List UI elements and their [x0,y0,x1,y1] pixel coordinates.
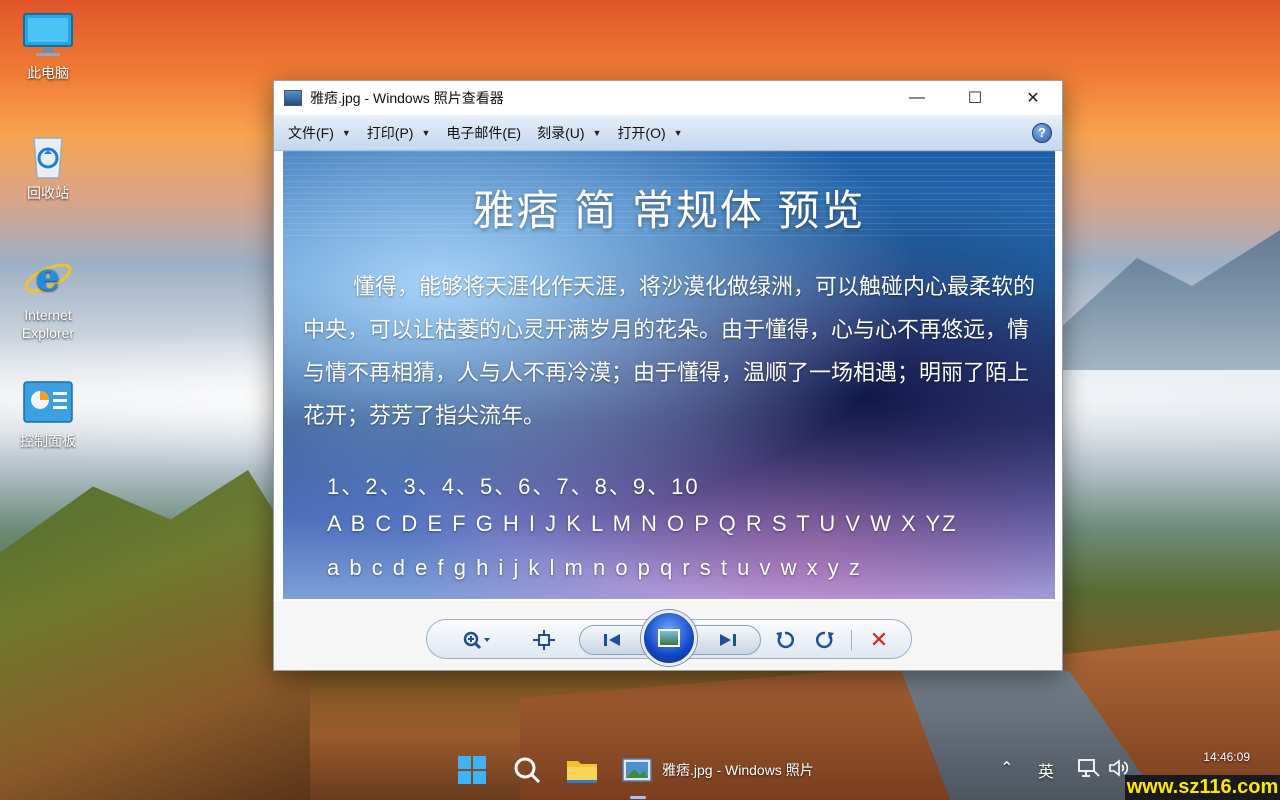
network-icon [1078,759,1100,777]
slideshow-icon [658,629,680,647]
internet-explorer-icon: e [22,254,74,302]
menu-email[interactable]: 电子邮件(E) [438,115,529,151]
menu-label: 电子邮件(E) [446,124,522,141]
windows-logo-icon [458,756,486,784]
taskbar-clock[interactable]: 14:46:09 [1150,750,1250,764]
network-button[interactable] [1078,758,1100,783]
image-heading: 雅痞 简 常规体 预览 [472,187,866,234]
chevron-down-icon: ▼ [673,127,683,138]
file-explorer-button[interactable] [566,754,598,786]
chevron-down-icon: ▼ [341,127,351,138]
menu-label: 刻录(U) [537,124,585,141]
image-viewport: 雅痞 简 常规体 预览 懂得，能够将天涯化作天涯，将沙漠化做绿洲，可以触碰内心最… [274,151,1062,601]
delete-icon: ✕ [869,627,889,652]
menu-bar: 文件(F) ▼ 打印(P) ▼ 电子邮件(E) 刻录(U) ▼ 打开(O) ▼ … [274,115,1062,151]
input-method-indicator[interactable]: 英 [1038,758,1054,782]
viewer-controls-bar: ✕ [426,610,912,666]
menu-label: 打开(O) [617,124,666,141]
rotate-clockwise-icon [816,631,834,649]
help-icon[interactable]: ? [1032,122,1052,143]
minimize-button[interactable]: — [888,81,946,115]
search-icon [514,757,541,784]
zoom-button[interactable] [457,626,497,654]
photo-viewer-window: 雅痞.jpg - Windows 照片查看器 — ☐ ✕ 文件(F) ▼ 打印(… [273,80,1063,671]
zoom-icon [463,631,490,650]
recycle-bin-icon [22,132,74,180]
image-paragraph: 懂得，能够将天涯化作天涯，将沙漠化做绿洲，可以触碰内心最柔软的中央，可以让枯萎的… [303,274,1036,428]
next-icon [720,634,736,646]
chevron-down-icon: ▼ [592,127,602,138]
displayed-image: 雅痞 简 常规体 预览 懂得，能够将天涯化作天涯，将沙漠化做绿洲，可以触碰内心最… [283,151,1055,599]
window-title: 雅痞.jpg - Windows 照片查看器 [310,90,504,106]
image-lowercase-line: a b c d e f g h i j k l m n o p q r s t … [327,555,862,580]
taskbar: 雅痞.jpg - Windows 照片 ⌃ 英 14:46:09 [0,740,1280,800]
maximize-button[interactable]: ☐ [946,81,1004,115]
wallpaper-mountain-right [1060,230,1280,370]
desktop-icon-this-pc[interactable]: 此电脑 [8,12,88,82]
folder-icon [567,761,597,783]
controls-divider [851,630,852,650]
rotate-right-button[interactable] [811,626,839,654]
image-numbers-line: 1、2、3、4、5、6、7、8、9、10 [327,474,700,499]
taskbar-app-label: 雅痞.jpg - Windows 照片 [662,762,814,778]
desktop-icon-label: Internet Explorer [21,307,75,341]
show-hidden-icons-button[interactable]: ⌃ [1000,758,1013,778]
start-button[interactable] [456,754,488,786]
desktop-icon-label: 此电脑 [27,65,69,81]
menu-file[interactable]: 文件(F) ▼ [280,115,359,151]
chevron-up-icon: ⌃ [1000,760,1014,777]
active-app-indicator [630,796,646,799]
menu-label: 打印(P) [366,124,414,141]
photo-viewer-app-icon [284,90,302,106]
photo-viewer-taskbar-icon [622,758,652,782]
slideshow-button[interactable] [641,610,697,666]
monitor-icon [22,12,74,60]
next-button[interactable] [689,625,761,655]
rotate-counterclockwise-icon [776,631,794,649]
control-panel-icon [22,380,74,428]
desktop-icon-label: 控制面板 [20,433,76,449]
taskbar-app-photo-viewer[interactable]: 雅痞.jpg - Windows 照片 [622,754,814,786]
svg-text:e: e [36,254,60,299]
actual-size-button[interactable] [529,626,559,654]
menu-open[interactable]: 打开(O) ▼ [609,115,690,151]
close-button[interactable]: ✕ [1004,81,1062,115]
menu-label: 文件(F) [288,124,334,141]
menu-print[interactable]: 打印(P) ▼ [359,115,439,151]
desktop-icon-label: 回收站 [27,185,69,201]
rotate-left-button[interactable] [771,626,799,654]
title-bar[interactable]: 雅痞.jpg - Windows 照片查看器 — ☐ ✕ [274,81,1062,115]
menu-burn[interactable]: 刻录(U) ▼ [529,115,609,151]
search-button[interactable] [512,754,542,786]
image-uppercase-line: A B C D E F G H I J K L M N O P Q R S T … [327,511,958,536]
desktop-icon-control-panel[interactable]: 控制面板 [8,380,88,450]
fit-window-icon [533,630,555,650]
delete-button[interactable]: ✕ [865,626,893,654]
site-watermark: www.sz116.com [1125,775,1280,800]
desktop-icon-internet-explorer[interactable]: e Internet Explorer [8,254,88,342]
chevron-down-icon: ▼ [421,127,431,138]
desktop-icon-recycle-bin[interactable]: 回收站 [8,132,88,202]
